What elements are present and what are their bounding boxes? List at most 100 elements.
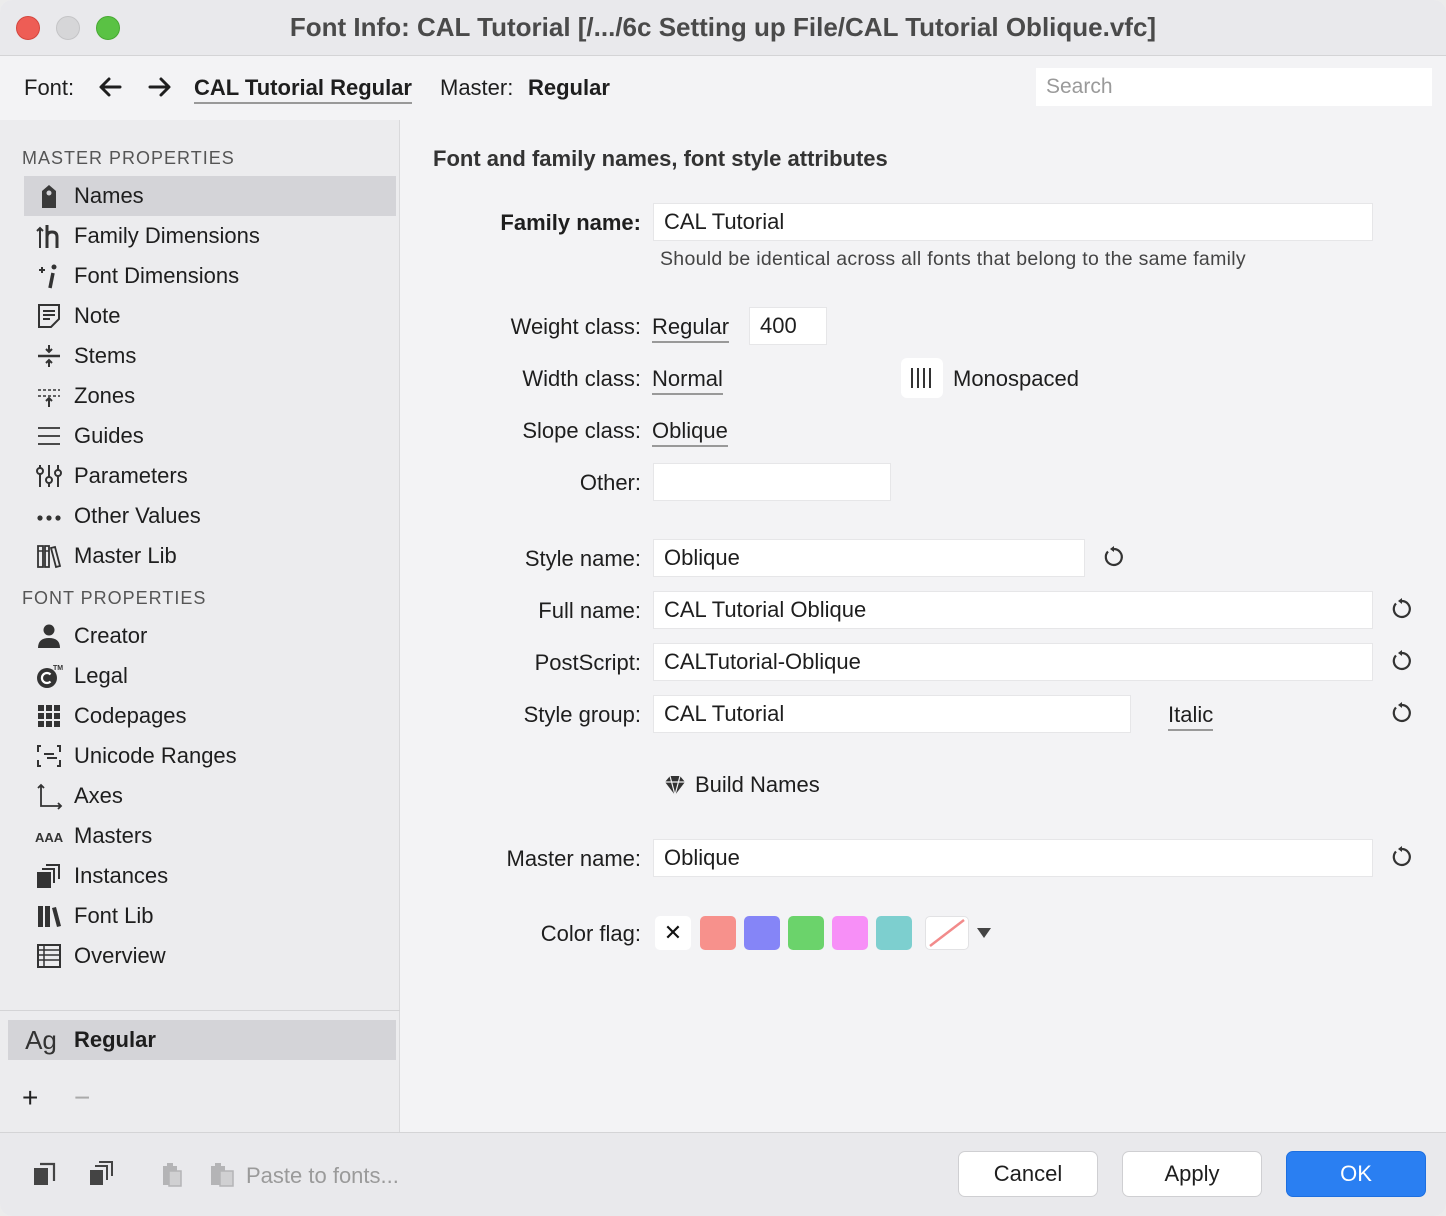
- sidebar-item-label: Codepages: [74, 703, 187, 728]
- color-flag-green-swatch[interactable]: [788, 916, 824, 950]
- ellipsis-icon: [24, 496, 74, 536]
- panel-heading: Font and family names, font style attrib…: [433, 146, 888, 171]
- apply-button[interactable]: Apply: [1122, 1151, 1262, 1197]
- sidebar-item-guides[interactable]: Guides: [24, 416, 396, 456]
- copyright-icon: TM: [24, 656, 74, 696]
- monospaced-toggle[interactable]: [901, 358, 943, 398]
- sidebar-item-creator[interactable]: Creator: [24, 616, 396, 656]
- sidebar-item-label: Note: [74, 303, 121, 328]
- sidebar-item-masters[interactable]: AAA Masters: [24, 816, 396, 856]
- sidebar-item-names[interactable]: Names: [24, 176, 396, 216]
- build-names-button[interactable]: Build Names: [663, 772, 820, 798]
- master-name[interactable]: Regular: [528, 75, 610, 101]
- sidebar-item-parameters[interactable]: Parameters: [24, 456, 396, 496]
- sidebar-item-label: Stems: [74, 343, 137, 368]
- master-name-label: Master name:: [506, 846, 642, 871]
- sidebar-item-master-lib[interactable]: Master Lib: [24, 536, 396, 576]
- copy-all-icon[interactable]: [86, 1159, 116, 1189]
- svg-text:TM: TM: [53, 665, 63, 672]
- paste-to-fonts-label[interactable]: Paste to fonts...: [246, 1163, 399, 1189]
- monospaced-icon: [911, 368, 931, 388]
- sidebar-item-label: Axes: [74, 783, 123, 808]
- title-bar: Font Info: CAL Tutorial [/.../6c Setting…: [0, 0, 1446, 56]
- sidebar-item-font-lib[interactable]: Font Lib: [24, 896, 396, 936]
- sidebar-item-label: Parameters: [74, 463, 188, 488]
- master-list-item-label: Regular: [74, 1027, 156, 1052]
- style-name-field[interactable]: Oblique: [653, 539, 1085, 577]
- style-group-style-dropdown[interactable]: Italic: [1168, 702, 1214, 731]
- ok-button[interactable]: OK: [1286, 1151, 1426, 1197]
- paste-to-fonts-icon[interactable]: [208, 1159, 238, 1189]
- width-class-dropdown[interactable]: Normal: [652, 366, 723, 395]
- other-field[interactable]: [653, 463, 891, 501]
- copy-icon[interactable]: [30, 1159, 60, 1189]
- grid-icon: [24, 696, 74, 736]
- reset-postscript-icon[interactable]: [1390, 649, 1414, 673]
- sidebar-item-note[interactable]: Note: [24, 296, 396, 336]
- font-label: Font:: [24, 75, 75, 100]
- sidebar-item-axes[interactable]: Axes: [24, 776, 396, 816]
- full-name-field[interactable]: CAL Tutorial Oblique: [653, 591, 1373, 629]
- sidebar-item-label: Masters: [74, 823, 153, 848]
- library-icon: [24, 536, 74, 576]
- note-icon: [24, 296, 74, 336]
- color-flag-teal-swatch[interactable]: [876, 916, 912, 950]
- weight-class-dropdown[interactable]: Regular: [652, 314, 730, 343]
- family-dimensions-icon: [24, 216, 74, 256]
- sidebar-item-font-dimensions[interactable]: Font Dimensions: [24, 256, 396, 296]
- color-flag-pink-swatch[interactable]: [832, 916, 868, 950]
- postscript-name-field[interactable]: CALTutorial-Oblique: [653, 643, 1373, 681]
- guides-icon: [24, 416, 74, 456]
- sidebar: MASTER PROPERTIES Names Family Dimension…: [0, 120, 400, 1132]
- slope-class-dropdown[interactable]: Oblique: [652, 418, 728, 447]
- style-group-label: Style group:: [523, 702, 641, 727]
- color-flag-red-swatch[interactable]: [700, 916, 736, 950]
- next-font-arrow-icon[interactable]: [146, 73, 174, 101]
- full-name-label: Full name:: [538, 598, 641, 623]
- color-flag-none-button[interactable]: ✕: [655, 916, 691, 950]
- previous-font-arrow-icon[interactable]: [96, 73, 124, 101]
- other-label: Other:: [579, 470, 641, 495]
- custom-color-button[interactable]: [925, 916, 969, 950]
- add-master-button[interactable]: +: [22, 1082, 38, 1114]
- font-info-window: Font Info: CAL Tutorial [/.../6c Setting…: [0, 0, 1446, 1216]
- reset-master-name-icon[interactable]: [1390, 845, 1414, 869]
- sidebar-item-label: Font Dimensions: [74, 263, 240, 288]
- color-flag-blue-swatch[interactable]: [744, 916, 780, 950]
- sidebar-divider: [0, 1010, 400, 1011]
- sidebar-item-label: Unicode Ranges: [74, 743, 237, 768]
- sidebar-item-label: Guides: [74, 423, 144, 448]
- search-input[interactable]: [1036, 68, 1432, 106]
- sidebar-item-zones[interactable]: Zones: [24, 376, 396, 416]
- sidebar-item-legal[interactable]: TM Legal: [24, 656, 396, 696]
- unicode-ranges-icon: [24, 736, 74, 776]
- sidebar-item-label: Legal: [74, 663, 128, 688]
- sliders-icon: [24, 456, 74, 496]
- sidebar-item-stems[interactable]: Stems: [24, 336, 396, 376]
- paste-icon[interactable]: [158, 1159, 188, 1189]
- reset-style-group-icon[interactable]: [1390, 701, 1414, 725]
- window-title: Font Info: CAL Tutorial [/.../6c Setting…: [289, 12, 1157, 42]
- cancel-button[interactable]: Cancel: [958, 1151, 1098, 1197]
- master-list-item[interactable]: Ag Regular: [8, 1020, 396, 1060]
- sidebar-item-label: Zones: [74, 383, 136, 408]
- reset-style-name-icon[interactable]: [1102, 545, 1126, 569]
- sidebar-item-other-values[interactable]: Other Values: [24, 496, 396, 536]
- sidebar-item-label: Master Lib: [74, 543, 177, 568]
- stems-icon: [24, 336, 74, 376]
- master-name-field[interactable]: Oblique: [653, 839, 1373, 877]
- remove-master-button[interactable]: −: [74, 1082, 90, 1114]
- sidebar-item-unicode-ranges[interactable]: Unicode Ranges: [24, 736, 396, 776]
- sidebar-item-overview[interactable]: Overview: [24, 936, 396, 976]
- weight-class-number-field[interactable]: 400: [749, 307, 827, 345]
- sidebar-item-instances[interactable]: Instances: [24, 856, 396, 896]
- font-selector[interactable]: CAL Tutorial Regular: [194, 75, 412, 104]
- sidebar-item-family-dimensions[interactable]: Family Dimensions: [24, 216, 396, 256]
- master-properties-heading: MASTER PROPERTIES: [22, 148, 235, 168]
- color-dropdown-chevron-icon[interactable]: [977, 928, 991, 940]
- reset-full-name-icon[interactable]: [1390, 597, 1414, 621]
- family-name-field[interactable]: CAL Tutorial: [653, 203, 1373, 241]
- sidebar-item-codepages[interactable]: Codepages: [24, 696, 396, 736]
- postscript-label: PostScript:: [534, 650, 641, 675]
- style-group-field[interactable]: CAL Tutorial: [653, 695, 1131, 733]
